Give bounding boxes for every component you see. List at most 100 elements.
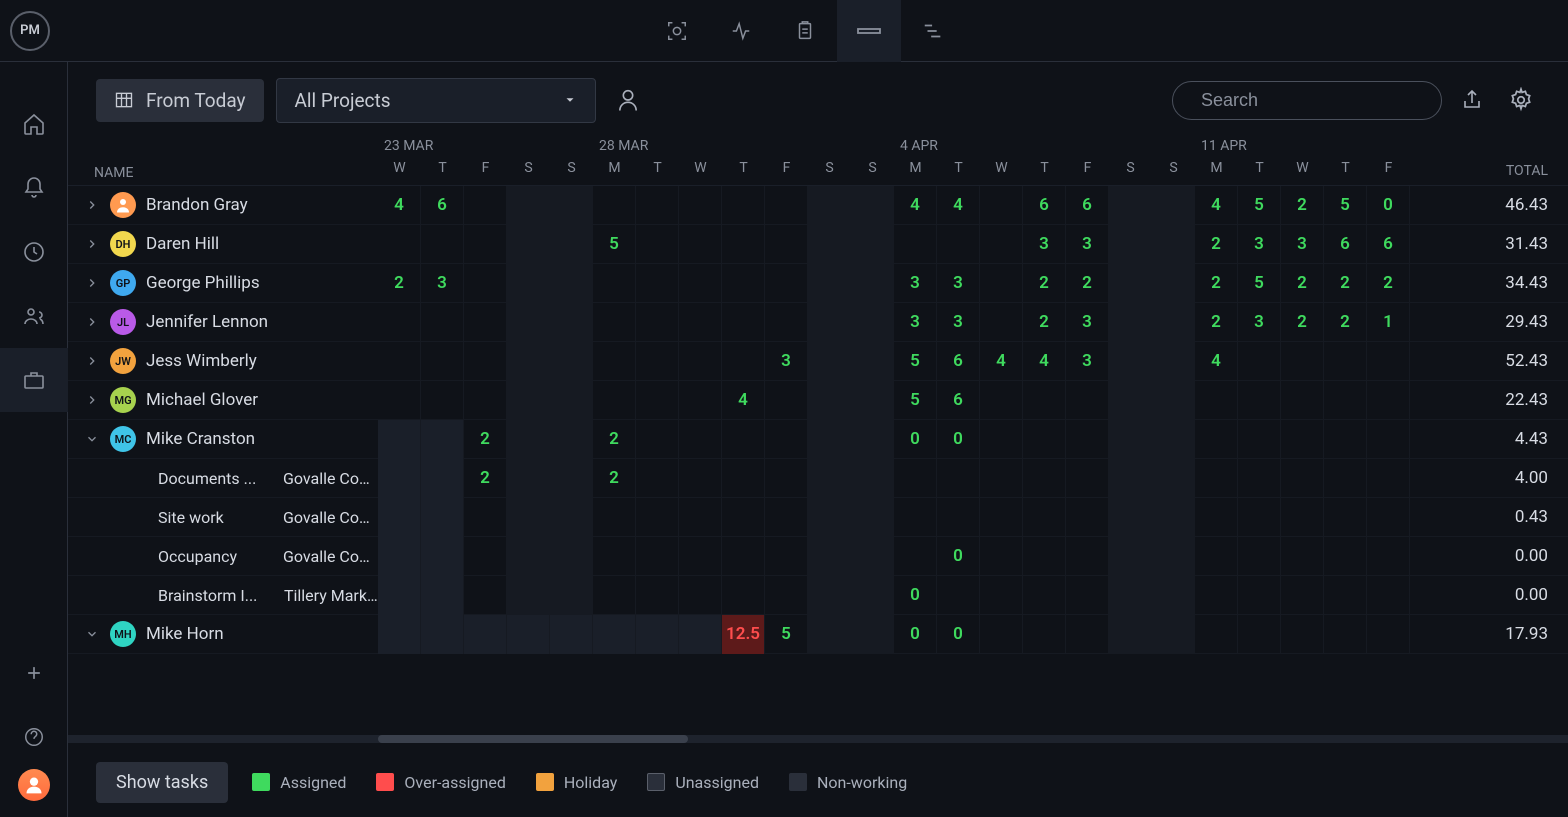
day-cell[interactable]	[1367, 420, 1410, 459]
day-cell[interactable]	[679, 420, 722, 459]
day-cell[interactable]	[937, 576, 980, 615]
search-input[interactable]	[1201, 90, 1433, 111]
day-cell[interactable]	[464, 186, 507, 225]
day-cell[interactable]	[1023, 615, 1066, 654]
day-cell[interactable]	[636, 342, 679, 381]
day-cell[interactable]	[894, 459, 937, 498]
day-cell[interactable]	[593, 537, 636, 576]
day-cell[interactable]	[1324, 420, 1367, 459]
day-cell[interactable]	[593, 381, 636, 420]
day-cell[interactable]	[808, 264, 851, 303]
day-cell[interactable]	[636, 537, 679, 576]
day-cell[interactable]: 5	[1324, 186, 1367, 225]
day-cell[interactable]	[378, 381, 421, 420]
day-cell[interactable]: 2	[378, 264, 421, 303]
day-cell[interactable]	[1324, 381, 1367, 420]
day-cell[interactable]	[507, 264, 550, 303]
day-cell[interactable]	[507, 576, 550, 615]
day-cell[interactable]	[808, 186, 851, 225]
project-select[interactable]: All Projects	[276, 78, 596, 123]
day-cell[interactable]: 5	[1238, 264, 1281, 303]
day-cell[interactable]	[980, 576, 1023, 615]
day-cell[interactable]	[421, 537, 464, 576]
day-cell[interactable]	[1324, 459, 1367, 498]
day-cell[interactable]: 2	[1324, 303, 1367, 342]
day-cell[interactable]	[1281, 342, 1324, 381]
day-cell[interactable]	[1281, 537, 1324, 576]
day-cell[interactable]	[1152, 381, 1195, 420]
day-cell[interactable]	[593, 576, 636, 615]
day-cell[interactable]: 2	[593, 420, 636, 459]
day-cell[interactable]	[1367, 615, 1410, 654]
day-cell[interactable]	[507, 342, 550, 381]
day-cell[interactable]	[378, 537, 421, 576]
day-cell[interactable]: 2	[1023, 264, 1066, 303]
day-cell[interactable]: 2	[464, 420, 507, 459]
day-cell[interactable]	[980, 186, 1023, 225]
day-cell[interactable]	[1023, 498, 1066, 537]
day-cell[interactable]	[421, 498, 464, 537]
day-cell[interactable]	[765, 498, 808, 537]
day-cell[interactable]	[1109, 498, 1152, 537]
day-cell[interactable]	[1109, 264, 1152, 303]
day-cell[interactable]	[1238, 459, 1281, 498]
chevron-right-icon[interactable]	[84, 354, 100, 368]
day-cell[interactable]	[636, 498, 679, 537]
day-cell[interactable]	[550, 303, 593, 342]
day-cell[interactable]	[378, 459, 421, 498]
day-cell[interactable]	[550, 342, 593, 381]
day-cell[interactable]: 0	[1367, 186, 1410, 225]
day-cell[interactable]	[1109, 225, 1152, 264]
day-cell[interactable]	[1281, 576, 1324, 615]
day-cell[interactable]: 0	[937, 615, 980, 654]
day-cell[interactable]	[1109, 537, 1152, 576]
day-cell[interactable]	[1109, 381, 1152, 420]
day-cell[interactable]	[507, 186, 550, 225]
day-cell[interactable]	[808, 615, 851, 654]
home-icon[interactable]	[0, 92, 68, 156]
day-cell[interactable]	[679, 264, 722, 303]
day-cell[interactable]	[550, 498, 593, 537]
day-cell[interactable]	[937, 459, 980, 498]
day-cell[interactable]	[1066, 459, 1109, 498]
day-cell[interactable]	[1324, 498, 1367, 537]
day-cell[interactable]	[1109, 303, 1152, 342]
day-cell[interactable]	[1152, 264, 1195, 303]
day-cell[interactable]	[1195, 459, 1238, 498]
search-box[interactable]	[1172, 81, 1442, 120]
day-cell[interactable]	[851, 303, 894, 342]
day-cell[interactable]	[765, 186, 808, 225]
day-cell[interactable]: 0	[894, 576, 937, 615]
day-cell[interactable]	[550, 381, 593, 420]
chevron-right-icon[interactable]	[84, 237, 100, 251]
day-cell[interactable]	[550, 225, 593, 264]
chevron-right-icon[interactable]	[84, 393, 100, 407]
day-cell[interactable]	[808, 381, 851, 420]
day-cell[interactable]	[378, 498, 421, 537]
day-cell[interactable]	[1109, 576, 1152, 615]
day-cell[interactable]: 3	[937, 264, 980, 303]
day-cell[interactable]: 5	[765, 615, 808, 654]
day-cell[interactable]	[1152, 576, 1195, 615]
plus-icon[interactable]	[0, 641, 68, 705]
day-cell[interactable]	[1367, 381, 1410, 420]
day-cell[interactable]	[421, 381, 464, 420]
day-cell[interactable]	[507, 498, 550, 537]
day-cell[interactable]	[1324, 342, 1367, 381]
day-cell[interactable]	[851, 264, 894, 303]
day-cell[interactable]: 3	[894, 303, 937, 342]
scrollbar-thumb[interactable]	[378, 735, 688, 743]
day-cell[interactable]	[1152, 537, 1195, 576]
day-cell[interactable]	[1195, 498, 1238, 537]
share-icon[interactable]	[1454, 82, 1490, 118]
day-cell[interactable]	[765, 420, 808, 459]
day-cell[interactable]: 6	[937, 381, 980, 420]
day-cell[interactable]	[765, 459, 808, 498]
day-cell[interactable]	[550, 264, 593, 303]
day-cell[interactable]	[679, 381, 722, 420]
day-cell[interactable]	[1109, 342, 1152, 381]
day-cell[interactable]	[722, 342, 765, 381]
day-cell[interactable]	[550, 459, 593, 498]
day-cell[interactable]	[636, 459, 679, 498]
day-cell[interactable]	[636, 420, 679, 459]
